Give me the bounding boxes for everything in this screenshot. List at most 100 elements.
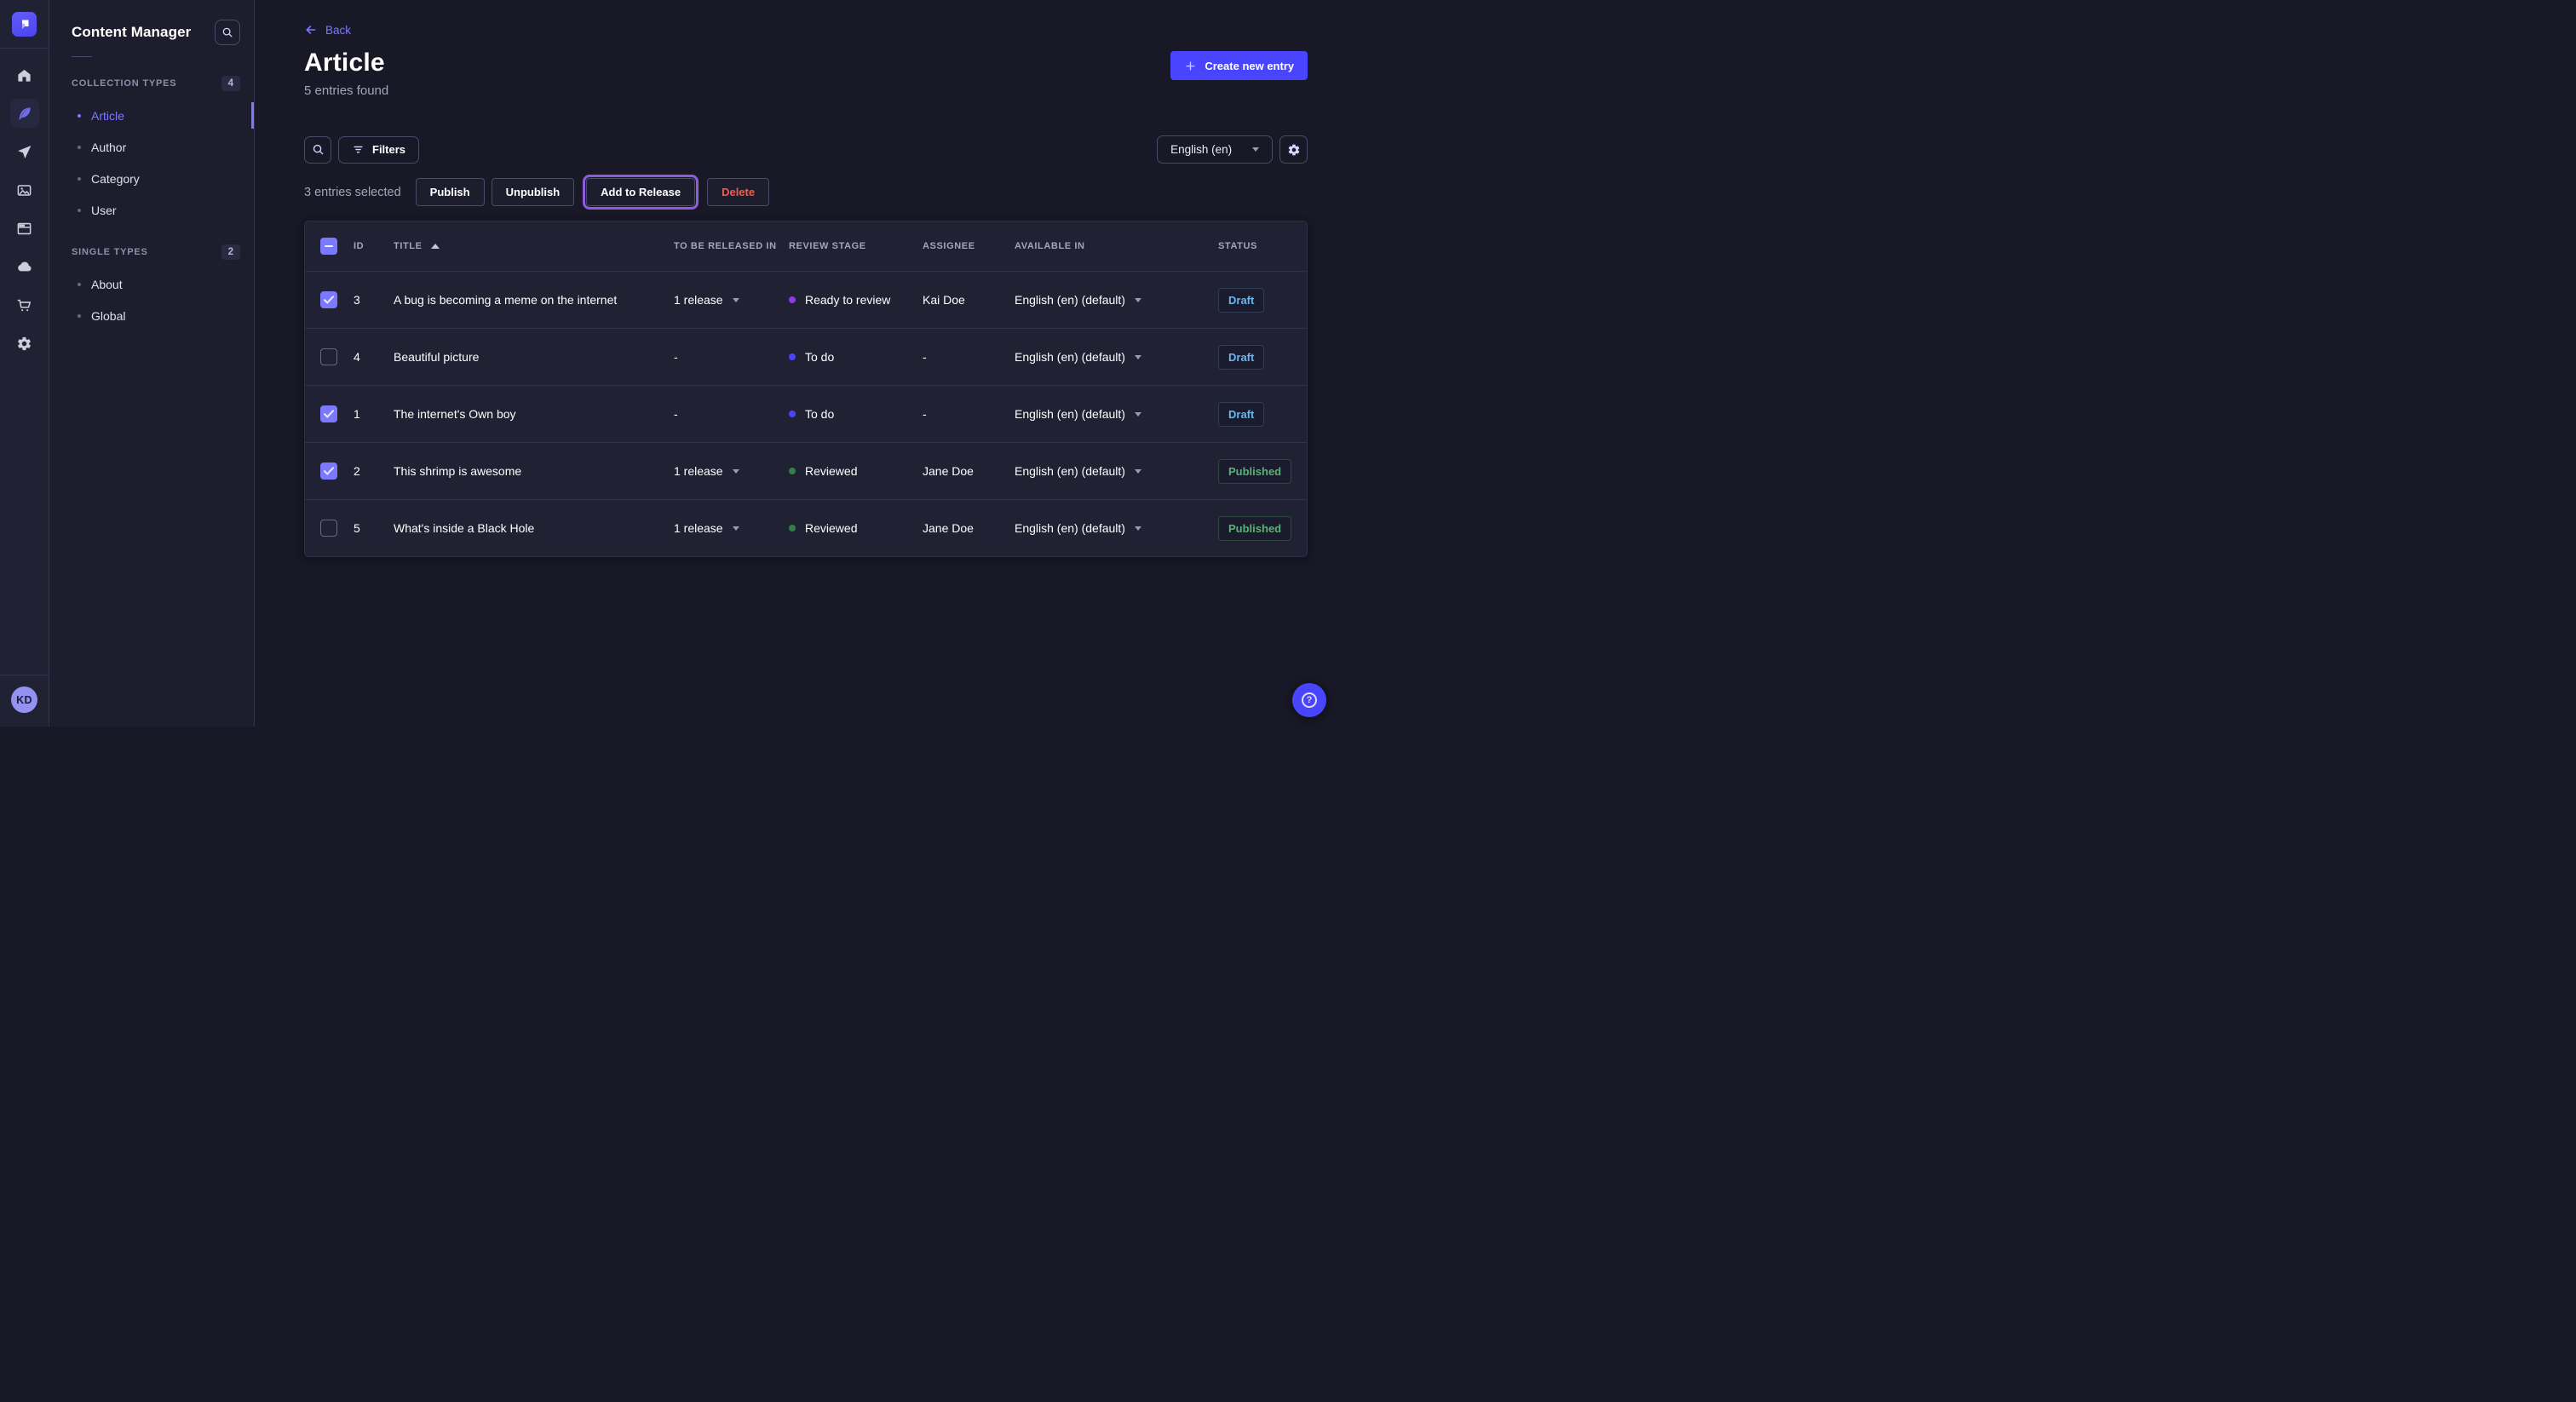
sidebar-item-category[interactable]: Category <box>49 163 254 194</box>
cell-id: 2 <box>354 464 394 478</box>
toolbar: Filters English (en) <box>304 135 1308 164</box>
bulk-actions-bar: 3 entries selected Publish Unpublish Add… <box>304 178 1308 206</box>
column-header-review-stage: REVIEW STAGE <box>789 241 923 251</box>
cell-title: The internet's Own boy <box>394 407 674 421</box>
row-checkbox[interactable] <box>320 463 337 480</box>
help-button[interactable]: ? <box>1292 683 1326 717</box>
stage-dot <box>789 525 796 531</box>
unpublish-button[interactable]: Unpublish <box>492 178 575 206</box>
status-badge: Draft <box>1218 402 1264 427</box>
content-manager-icon[interactable] <box>10 99 39 128</box>
filters-button[interactable]: Filters <box>338 136 419 164</box>
cell-release: - <box>674 350 789 364</box>
view-settings-icon[interactable] <box>1279 135 1308 164</box>
cell-available-in[interactable]: English (en) (default) <box>1015 350 1218 364</box>
section-single-types: SINGLE TYPES 2 <box>49 244 254 260</box>
search-icon[interactable] <box>304 136 331 164</box>
sidebar-item-user[interactable]: User <box>49 194 254 226</box>
table-row[interactable]: 2 This shrimp is awesome 1 release Revie… <box>305 442 1307 499</box>
cell-available-in[interactable]: English (en) (default) <box>1015 293 1218 307</box>
entries-table: ID TITLE TO BE RELEASED IN REVIEW STAGE … <box>304 221 1308 557</box>
bullet-icon <box>78 314 81 318</box>
cell-available-in[interactable]: English (en) (default) <box>1015 521 1218 535</box>
chevron-down-icon <box>1135 412 1141 417</box>
cell-assignee: - <box>923 350 1015 364</box>
row-checkbox[interactable] <box>320 291 337 308</box>
sidebar-item-article[interactable]: Article <box>49 100 254 131</box>
row-checkbox[interactable] <box>320 520 337 537</box>
status-badge: Published <box>1218 516 1291 541</box>
app-window: KD Content Manager COLLECTION TYPES 4 Ar… <box>0 0 1336 727</box>
cell-release-dropdown[interactable]: 1 release <box>674 521 789 535</box>
marketplace-icon[interactable] <box>10 290 39 319</box>
cell-review-stage: Reviewed <box>789 464 923 478</box>
main-nav-rail: KD <box>0 0 49 727</box>
cell-id: 4 <box>354 350 394 364</box>
content-type-builder-icon[interactable] <box>10 214 39 243</box>
column-header-release: TO BE RELEASED IN <box>674 241 789 251</box>
table-row[interactable]: 1 The internet's Own boy - To do - Engli… <box>305 385 1307 442</box>
selection-count: 3 entries selected <box>304 186 401 199</box>
bullet-icon <box>78 114 81 118</box>
table-row[interactable]: 3 A bug is becoming a meme on the intern… <box>305 271 1307 328</box>
cell-release-dropdown[interactable]: 1 release <box>674 293 789 307</box>
chevron-down-icon <box>733 469 739 474</box>
stage-dot <box>789 353 796 360</box>
stage-dot <box>789 468 796 474</box>
column-header-status: STATUS <box>1218 241 1291 251</box>
publish-button[interactable]: Publish <box>416 178 485 206</box>
main-content: Back Article 5 entries found Create new … <box>255 0 1357 727</box>
chevron-down-icon <box>1135 526 1141 531</box>
cell-id: 5 <box>354 521 394 535</box>
add-to-release-button[interactable]: Add to Release <box>586 178 695 206</box>
sidebar-item-about[interactable]: About <box>49 268 254 300</box>
select-all-checkbox[interactable] <box>320 238 337 255</box>
table-header-row: ID TITLE TO BE RELEASED IN REVIEW STAGE … <box>305 221 1307 271</box>
check-icon <box>324 467 334 475</box>
cell-assignee: Jane Doe <box>923 464 1015 478</box>
releases-icon[interactable] <box>10 137 39 166</box>
stage-dot <box>789 296 796 303</box>
sort-asc-icon <box>431 244 440 249</box>
media-library-icon[interactable] <box>10 175 39 204</box>
create-new-entry-button[interactable]: Create new entry <box>1170 51 1308 80</box>
nav-footer: KD <box>0 675 49 727</box>
filter-icon <box>352 143 365 156</box>
cell-title: A bug is becoming a meme on the internet <box>394 293 674 307</box>
home-icon[interactable] <box>10 60 39 89</box>
logo-area <box>0 0 49 49</box>
cell-release-dropdown[interactable]: 1 release <box>674 464 789 478</box>
column-header-assignee: ASSIGNEE <box>923 241 1015 251</box>
status-badge: Draft <box>1218 345 1264 370</box>
cell-review-stage: Ready to review <box>789 293 923 307</box>
check-icon <box>324 410 334 418</box>
table-row[interactable]: 5 What's inside a Black Hole 1 release R… <box>305 499 1307 556</box>
locale-select[interactable]: English (en) <box>1157 135 1273 164</box>
chevron-down-icon <box>1135 355 1141 359</box>
row-checkbox[interactable] <box>320 405 337 422</box>
table-row[interactable]: 4 Beautiful picture - To do - English (e… <box>305 328 1307 385</box>
content-manager-subnav: Content Manager COLLECTION TYPES 4 Artic… <box>49 0 255 727</box>
sidebar-item-author[interactable]: Author <box>49 131 254 163</box>
settings-icon[interactable] <box>10 329 39 358</box>
cloud-icon[interactable] <box>10 252 39 281</box>
nav-icon-list <box>10 60 39 358</box>
section-count-badge: 4 <box>221 76 240 91</box>
column-header-available-in: AVAILABLE IN <box>1015 241 1218 251</box>
bullet-icon <box>78 283 81 286</box>
column-header-title[interactable]: TITLE <box>394 241 674 251</box>
chevron-down-icon <box>1135 298 1141 302</box>
strapi-logo[interactable] <box>12 12 37 37</box>
sidebar-item-global[interactable]: Global <box>49 300 254 331</box>
delete-button[interactable]: Delete <box>707 178 769 206</box>
plus-icon <box>1184 60 1197 72</box>
entries-count: 5 entries found <box>304 83 1308 98</box>
row-checkbox[interactable] <box>320 348 337 365</box>
back-arrow-icon <box>304 23 318 37</box>
cell-available-in[interactable]: English (en) (default) <box>1015 464 1218 478</box>
user-avatar[interactable]: KD <box>11 687 37 713</box>
search-icon[interactable] <box>215 20 240 45</box>
cell-release: - <box>674 407 789 421</box>
back-link[interactable]: Back <box>304 23 351 37</box>
cell-available-in[interactable]: English (en) (default) <box>1015 407 1218 421</box>
